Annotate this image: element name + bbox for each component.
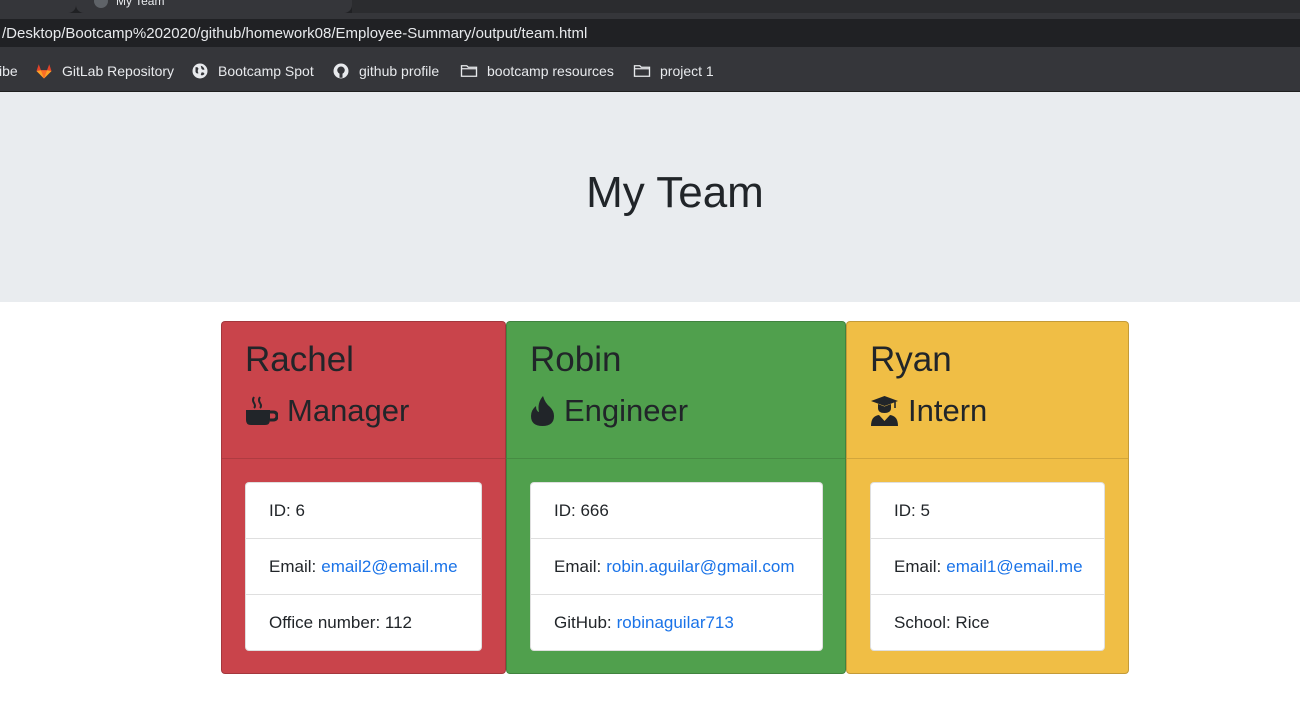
github-link[interactable]: robinaguilar713: [617, 613, 734, 633]
bookmark-label: github profile: [359, 63, 440, 79]
browser-tab-strip: My Team: [0, 0, 1300, 13]
globe-icon: [192, 63, 208, 79]
card-header: Robin Engineer: [507, 322, 845, 459]
bookmark-label: project 1: [660, 63, 714, 79]
detail-email: Email: email1@email.me: [871, 539, 1104, 595]
mug-icon: [246, 396, 278, 425]
detail-github: GitHub: robinaguilar713: [531, 595, 822, 650]
employee-card-intern: Ryan Intern ID: 5 Email: email1@email.me…: [846, 321, 1129, 674]
details-list: ID: 5 Email: email1@email.me School: Ric…: [870, 482, 1105, 651]
fire-icon: [531, 396, 554, 426]
detail-email: Email: robin.aguilar@gmail.com: [531, 539, 822, 595]
detail-id: ID: 6: [246, 483, 481, 539]
bookmark-label: ibe: [0, 63, 18, 79]
employee-role: Intern: [870, 393, 987, 429]
bookmark-folder-project-1[interactable]: project 1: [633, 50, 714, 92]
bookmark-label: bootcamp resources: [487, 63, 614, 79]
address-bar: /Desktop/Bootcamp%202020/github/homework…: [0, 13, 1300, 50]
card-header: Ryan Intern: [847, 322, 1128, 459]
employee-card-manager: Rachel Manager ID: 6 Email: email2@email…: [221, 321, 506, 674]
browser-tab[interactable]: [0, 0, 76, 13]
bookmarks-bar: ibe GitLab Repository Bootcamp Spot gith…: [0, 50, 1300, 92]
employee-role: Engineer: [530, 393, 688, 429]
folder-icon: [633, 65, 651, 77]
detail-email: Email: email2@email.me: [246, 539, 481, 595]
detail-id: ID: 5: [871, 483, 1104, 539]
email-link[interactable]: email1@email.me: [946, 557, 1082, 577]
github-icon: [333, 63, 349, 79]
email-link[interactable]: email2@email.me: [321, 557, 457, 577]
url-text[interactable]: /Desktop/Bootcamp%202020/github/homework…: [2, 25, 587, 42]
details-list: ID: 666 Email: robin.aguilar@gmail.com G…: [530, 482, 823, 651]
employee-card-engineer: Robin Engineer ID: 666 Email: robin.agui…: [506, 321, 846, 674]
tab-title: My Team: [116, 0, 165, 8]
tab-strip-empty: [352, 0, 1300, 13]
detail-office-number: Office number: 112: [269, 612, 413, 632]
employee-name: Ryan: [870, 340, 952, 379]
folder-icon: [460, 65, 478, 77]
details-list: ID: 6 Email: email2@email.me Office numb…: [245, 482, 482, 651]
bookmark-item[interactable]: ibe: [0, 50, 18, 92]
bookmark-label: GitLab Repository: [62, 63, 175, 79]
email-label: Email:: [894, 556, 942, 576]
page-title: My Team: [586, 168, 764, 217]
bookmark-label: Bootcamp Spot: [218, 63, 314, 79]
employee-name: Robin: [530, 340, 622, 379]
card-header: Rachel Manager: [222, 322, 505, 459]
detail-school: School: Rice: [894, 612, 990, 632]
role-label: Engineer: [564, 393, 689, 428]
tab-favicon-icon: [94, 0, 108, 8]
email-label: Email:: [554, 556, 602, 576]
browser-tab-active[interactable]: My Team: [76, 0, 352, 13]
bookmark-bootcamp-spot[interactable]: Bootcamp Spot: [191, 50, 314, 92]
employee-role: Manager: [245, 393, 409, 429]
email-link[interactable]: robin.aguilar@gmail.com: [606, 557, 794, 577]
url-field[interactable]: /Desktop/Bootcamp%202020/github/homework…: [0, 19, 1300, 47]
employee-name: Rachel: [245, 340, 354, 379]
detail-id: ID: 666: [531, 483, 822, 539]
github-label: GitHub:: [554, 612, 612, 632]
role-label: Intern: [908, 393, 988, 428]
gitlab-icon: [36, 64, 52, 79]
graduate-icon: [871, 396, 898, 426]
bookmark-github-profile[interactable]: github profile: [332, 50, 439, 92]
email-label: Email:: [269, 556, 317, 576]
bookmark-gitlab[interactable]: GitLab Repository: [35, 50, 174, 92]
role-label: Manager: [287, 393, 410, 428]
bookmark-folder-bootcamp-resources[interactable]: bootcamp resources: [460, 50, 614, 92]
